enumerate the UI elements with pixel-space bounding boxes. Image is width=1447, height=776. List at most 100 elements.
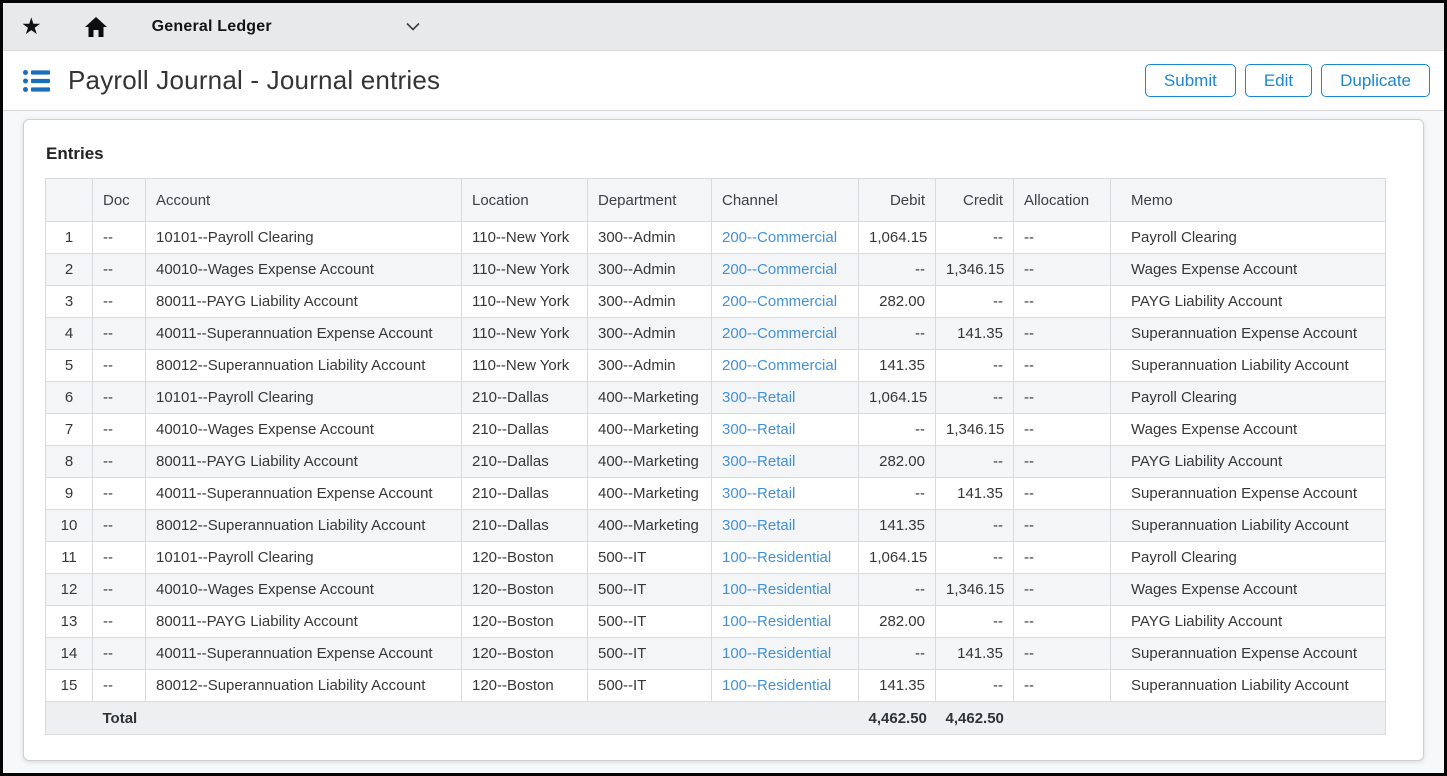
location-cell: 120--Boston xyxy=(462,670,588,702)
account-cell: 80012--Superannuation Liability Account xyxy=(146,670,462,702)
location-cell: 110--New York xyxy=(462,222,588,254)
channel-link[interactable]: 300--Retail xyxy=(722,389,795,406)
channel-cell: 200--Commercial xyxy=(712,318,859,350)
credit-cell: 1,346.15 xyxy=(936,414,1014,446)
entries-tbody: 1--10101--Payroll Clearing110--New York3… xyxy=(46,222,1386,702)
col-header-credit: Credit xyxy=(936,179,1014,222)
channel-link[interactable]: 100--Residential xyxy=(722,677,831,694)
memo-cell: Superannuation Liability Account xyxy=(1111,510,1386,542)
debit-cell: 282.00 xyxy=(859,446,936,478)
allocation-cell: -- xyxy=(1014,222,1111,254)
channel-link[interactable]: 100--Residential xyxy=(722,645,831,662)
total-credit: 4,462.50 xyxy=(936,702,1014,735)
channel-link[interactable]: 100--Residential xyxy=(722,549,831,566)
location-cell: 110--New York xyxy=(462,318,588,350)
row-number-cell: 6 xyxy=(46,382,93,414)
department-cell: 400--Marketing xyxy=(588,478,712,510)
table-row: 3--80011--PAYG Liability Account110--New… xyxy=(46,286,1386,318)
credit-cell: -- xyxy=(936,286,1014,318)
total-trailing-blank xyxy=(1014,702,1386,735)
account-cell: 40011--Superannuation Expense Account xyxy=(146,318,462,350)
application-menu-label: General Ledger xyxy=(152,18,272,36)
department-cell: 500--IT xyxy=(588,606,712,638)
favorite-star-icon[interactable]: ★ xyxy=(21,15,42,38)
edit-button[interactable]: Edit xyxy=(1245,64,1312,97)
allocation-cell: -- xyxy=(1014,478,1111,510)
account-cell: 10101--Payroll Clearing xyxy=(146,382,462,414)
channel-link[interactable]: 300--Retail xyxy=(722,421,795,438)
channel-link[interactable]: 200--Commercial xyxy=(722,229,837,246)
credit-cell: -- xyxy=(936,606,1014,638)
debit-cell: 141.35 xyxy=(859,510,936,542)
channel-link[interactable]: 300--Retail xyxy=(722,485,795,502)
department-cell: 300--Admin xyxy=(588,222,712,254)
department-cell: 500--IT xyxy=(588,542,712,574)
channel-cell: 100--Residential xyxy=(712,606,859,638)
account-cell: 40010--Wages Expense Account xyxy=(146,254,462,286)
allocation-cell: -- xyxy=(1014,542,1111,574)
debit-cell: 1,064.15 xyxy=(859,382,936,414)
row-number-cell: 10 xyxy=(46,510,93,542)
col-header-account: Account xyxy=(146,179,462,222)
doc-cell: -- xyxy=(93,222,146,254)
row-number-cell: 8 xyxy=(46,446,93,478)
department-cell: 500--IT xyxy=(588,670,712,702)
table-row: 8--80011--PAYG Liability Account210--Dal… xyxy=(46,446,1386,478)
top-bar: ★ General Ledger xyxy=(3,3,1444,51)
channel-link[interactable]: 100--Residential xyxy=(722,581,831,598)
debit-cell: 1,064.15 xyxy=(859,222,936,254)
allocation-cell: -- xyxy=(1014,286,1111,318)
department-cell: 300--Admin xyxy=(588,286,712,318)
application-menu[interactable]: General Ledger xyxy=(152,18,420,36)
row-number-cell: 9 xyxy=(46,478,93,510)
table-row: 7--40010--Wages Expense Account210--Dall… xyxy=(46,414,1386,446)
department-cell: 300--Admin xyxy=(588,254,712,286)
department-cell: 400--Marketing xyxy=(588,446,712,478)
debit-cell: -- xyxy=(859,254,936,286)
account-cell: 40010--Wages Expense Account xyxy=(146,414,462,446)
duplicate-button[interactable]: Duplicate xyxy=(1321,64,1430,97)
doc-cell: -- xyxy=(93,414,146,446)
debit-cell: -- xyxy=(859,638,936,670)
channel-link[interactable]: 300--Retail xyxy=(722,517,795,534)
location-cell: 210--Dallas xyxy=(462,382,588,414)
channel-link[interactable]: 200--Commercial xyxy=(722,325,837,342)
memo-cell: Wages Expense Account xyxy=(1111,574,1386,606)
channel-cell: 300--Retail xyxy=(712,382,859,414)
allocation-cell: -- xyxy=(1014,574,1111,606)
channel-link[interactable]: 200--Commercial xyxy=(722,357,837,374)
channel-link[interactable]: 200--Commercial xyxy=(722,261,837,278)
department-cell: 500--IT xyxy=(588,574,712,606)
channel-link[interactable]: 200--Commercial xyxy=(722,293,837,310)
channel-cell: 300--Retail xyxy=(712,414,859,446)
channel-link[interactable]: 300--Retail xyxy=(722,453,795,470)
channel-cell: 300--Retail xyxy=(712,478,859,510)
page-title: Payroll Journal - Journal entries xyxy=(68,65,440,96)
home-icon[interactable] xyxy=(84,16,108,38)
doc-cell: -- xyxy=(93,382,146,414)
allocation-cell: -- xyxy=(1014,318,1111,350)
account-cell: 40011--Superannuation Expense Account xyxy=(146,638,462,670)
account-cell: 40011--Superannuation Expense Account xyxy=(146,478,462,510)
credit-cell: 141.35 xyxy=(936,478,1014,510)
account-cell: 80011--PAYG Liability Account xyxy=(146,606,462,638)
channel-cell: 300--Retail xyxy=(712,446,859,478)
credit-cell: 1,346.15 xyxy=(936,254,1014,286)
doc-cell: -- xyxy=(93,542,146,574)
channel-link[interactable]: 100--Residential xyxy=(722,613,831,630)
entries-section-title: Entries xyxy=(46,144,1403,164)
memo-cell: Payroll Clearing xyxy=(1111,382,1386,414)
doc-cell: -- xyxy=(93,606,146,638)
allocation-cell: -- xyxy=(1014,254,1111,286)
col-header-channel: Channel xyxy=(712,179,859,222)
debit-cell: 141.35 xyxy=(859,350,936,382)
submit-button[interactable]: Submit xyxy=(1145,64,1236,97)
journal-list-icon[interactable] xyxy=(23,69,50,93)
table-row: 10--80012--Superannuation Liability Acco… xyxy=(46,510,1386,542)
location-cell: 210--Dallas xyxy=(462,478,588,510)
entries-panel: Entries Doc Account Location Department … xyxy=(23,119,1424,761)
total-row: Total 4,462.50 4,462.50 xyxy=(46,702,1386,735)
credit-cell: -- xyxy=(936,222,1014,254)
total-debit: 4,462.50 xyxy=(859,702,936,735)
memo-cell: PAYG Liability Account xyxy=(1111,286,1386,318)
